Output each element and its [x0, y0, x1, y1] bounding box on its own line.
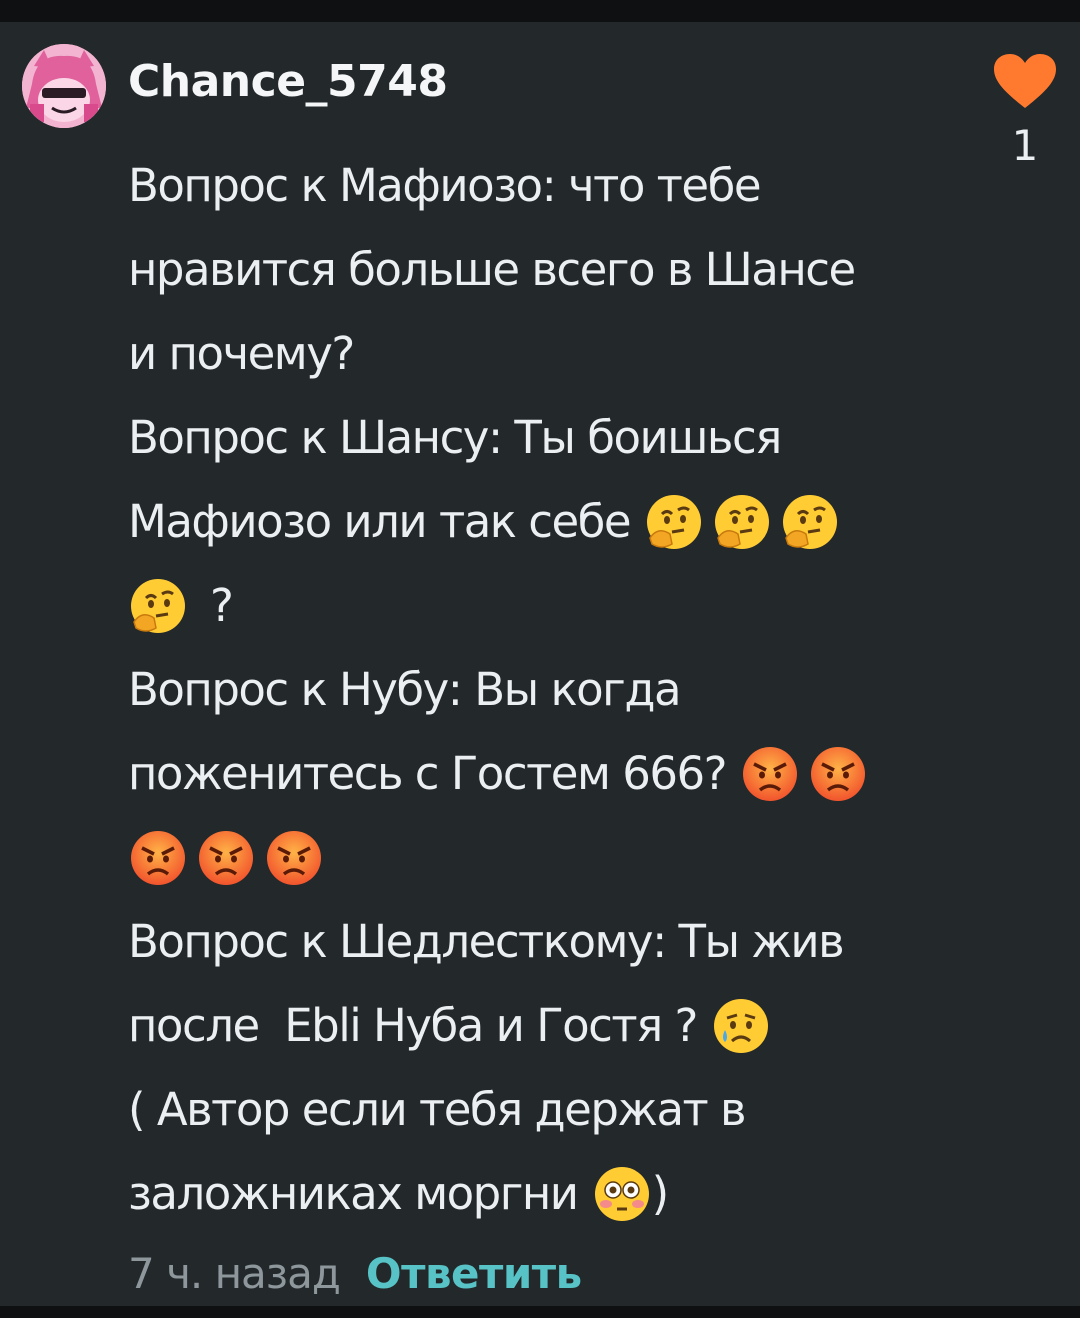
avatar[interactable]	[22, 44, 106, 128]
thinking-face-emoji	[780, 492, 840, 552]
angry-face-emoji	[196, 828, 256, 888]
thinking-face-emoji	[712, 492, 772, 552]
comment-body: Вопрос к Мафиозо: что тебе нравится боль…	[128, 144, 928, 1236]
thinking-face-emoji	[128, 576, 188, 636]
angry-face-emoji	[808, 744, 868, 804]
comment-card: Chance_5748 1 Вопрос к Мафиозо: что тебе…	[0, 22, 1080, 1306]
crying-face-emoji	[711, 996, 771, 1056]
username[interactable]: Chance_5748	[128, 52, 448, 112]
comment-line: и почему?	[128, 327, 355, 380]
comment-line: Вопрос к Нубу: Вы когда	[128, 663, 682, 716]
thinking-face-emoji	[644, 492, 704, 552]
comment-line: ?	[128, 564, 928, 648]
bottom-edge	[0, 1306, 1080, 1318]
angry-face-emoji	[264, 828, 324, 888]
comment-line: ( Автор если тебя держат в	[128, 1083, 747, 1136]
comment-line: Вопрос к Шансу: Ты боишься	[128, 411, 782, 464]
comment-line	[128, 816, 928, 900]
comment-footer: 7 ч. назад Ответить	[128, 1244, 582, 1304]
reply-button[interactable]: Ответить	[366, 1244, 582, 1304]
angry-face-emoji	[740, 744, 800, 804]
comment-line: Вопрос к Мафиозо: что тебе	[128, 159, 762, 212]
comment-line: после Ebli Нуба и Гостя ?	[128, 984, 928, 1068]
like-count: 1	[1011, 121, 1039, 170]
avatar-image	[22, 44, 106, 128]
comment-line: Мафиозо или так себе	[128, 480, 928, 564]
timestamp: 7 ч. назад	[128, 1249, 341, 1298]
angry-face-emoji	[128, 828, 188, 888]
comment-line: поженитесь с Гостем 666?	[128, 732, 928, 816]
comment-line: заложниках моргни )	[128, 1152, 928, 1236]
top-edge	[0, 0, 1080, 22]
comment-line: Вопрос к Шедлесткому: Ты жив	[128, 915, 845, 968]
comment-line: нравится больше всего в Шансе	[128, 243, 856, 296]
heart-icon	[994, 54, 1056, 108]
like-button[interactable]	[990, 52, 1060, 112]
flushed-face-emoji	[592, 1164, 652, 1224]
